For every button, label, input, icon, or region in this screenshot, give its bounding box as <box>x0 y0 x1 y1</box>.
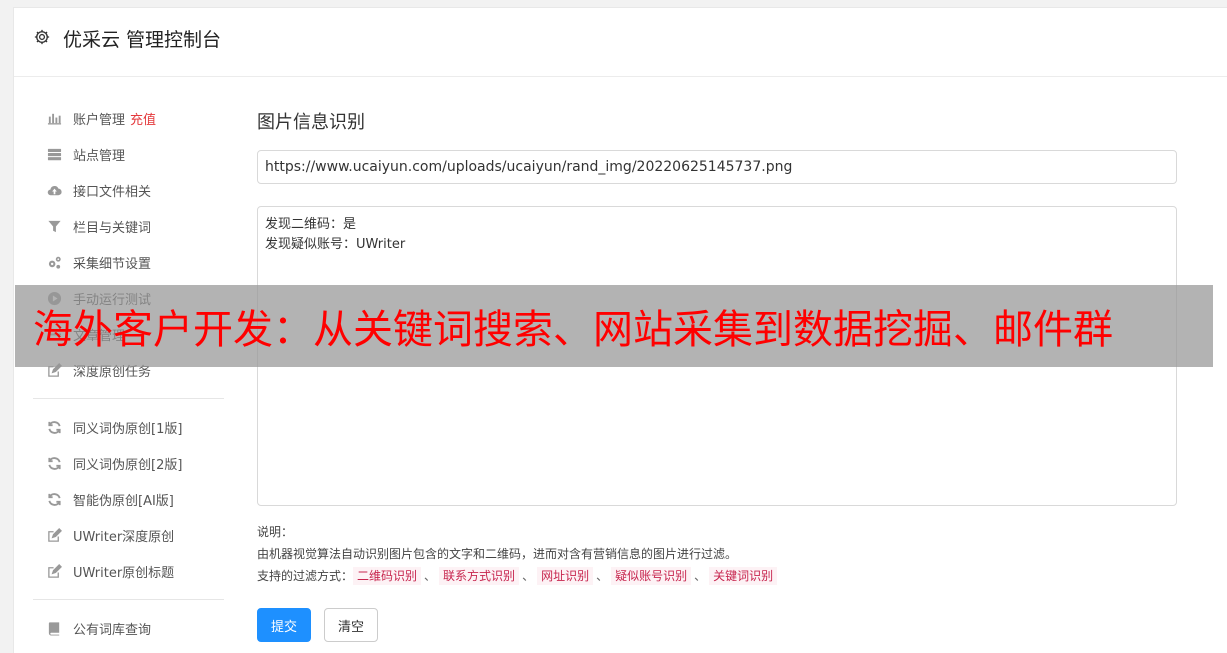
notes-description: 由机器视觉算法自动识别图片包含的文字和二维码，进而对含有营销信息的图片进行过滤。 <box>257 547 738 561</box>
sidebar-item-label: 智能伪原创[AI版] <box>73 493 174 509</box>
recharge-link[interactable]: 充值 <box>130 109 156 128</box>
sidebar-item-label: 同义词伪原创[1版] <box>73 421 183 437</box>
image-url-input[interactable] <box>257 150 1177 184</box>
sidebar-item-label: 同义词伪原创[2版] <box>73 457 183 473</box>
sidebar-item[interactable]: UWriter深度原创 <box>33 517 224 553</box>
refresh-icon <box>45 454 63 472</box>
filter-separator: 、 <box>596 569 609 583</box>
server-icon <box>45 145 63 163</box>
sidebar-item-label: 栏目与关键词 <box>73 220 152 236</box>
filter-method-tag: 关键词识别 <box>709 567 778 585</box>
filter-methods: 支持的过滤方式： 二维码识别、联系方式识别、网址识别、疑似账号识别、关键词识别 <box>257 565 1179 587</box>
app-title: 优采云 管理控制台 <box>63 29 222 51</box>
sidebar-divider <box>33 599 224 600</box>
sidebar-item-label: 公有词库查询 <box>73 622 152 638</box>
banner-text: 海外客户开发：从关键词搜索、网站采集到数据挖掘、邮件群 <box>33 307 1113 353</box>
notes-label: 说明： <box>257 525 294 539</box>
filter-separator: 、 <box>694 569 707 583</box>
clear-button[interactable]: 清空 <box>324 608 379 642</box>
sidebar-item-label: UWriter原创标题 <box>73 565 175 581</box>
sidebar-item-label: UWriter深度原创 <box>73 529 175 545</box>
gear-icon <box>34 29 50 45</box>
sidebar-item-label: 接口文件相关 <box>73 184 152 200</box>
sidebar-item-label: 账户管理 <box>73 112 126 128</box>
sidebar-divider <box>33 398 224 399</box>
action-buttons: 提交 清空 <box>257 608 1179 642</box>
filter-method-tag: 网址识别 <box>537 567 594 585</box>
main-content: 图片信息识别 说明： 由机器视觉算法自动识别图片包含的文字和二维码，进而对含有营… <box>257 108 1179 642</box>
sidebar-item[interactable]: 接口文件相关 <box>33 172 224 208</box>
filter-method-tag: 疑似账号识别 <box>611 567 692 585</box>
submit-button[interactable]: 提交 <box>257 608 312 642</box>
sidebar-item[interactable]: 栏目与关键词 <box>33 208 224 244</box>
cloud-upload-icon <box>45 181 63 199</box>
banner-overlay: 海外客户开发：从关键词搜索、网站采集到数据挖掘、邮件群 <box>15 285 1213 367</box>
sidebar-item[interactable]: 账户管理 充值 <box>33 100 224 136</box>
edit-icon <box>45 526 63 544</box>
filters-label: 支持的过滤方式： <box>257 569 354 583</box>
sidebar-item[interactable]: 采集细节设置 <box>33 244 224 280</box>
bar-chart-icon <box>45 109 63 127</box>
sidebar-item[interactable]: 智能伪原创[AI版] <box>33 481 224 517</box>
filter-method-tag: 二维码识别 <box>353 567 422 585</box>
edit-icon <box>45 562 63 580</box>
book-icon <box>45 619 63 637</box>
sidebar-item-label: 站点管理 <box>73 148 126 164</box>
refresh-icon <box>45 490 63 508</box>
page-title: 图片信息识别 <box>257 112 365 133</box>
filter-method-tag: 联系方式识别 <box>439 567 520 585</box>
filter-separator: 、 <box>522 569 535 583</box>
sidebar: 账户管理充值站点管理接口文件相关栏目与关键词采集细节设置手动运行测试文章管理深度… <box>33 100 224 646</box>
sidebar-item[interactable]: 同义词伪原创[2版] <box>33 445 224 481</box>
sidebar-item[interactable]: UWriter原创标题 <box>33 553 224 589</box>
sidebar-item[interactable]: 公有词库查询 <box>33 610 224 646</box>
page-header: 优采云 管理控制台 <box>14 8 1227 77</box>
filter-icon <box>45 217 63 235</box>
gears-icon <box>45 253 63 271</box>
sidebar-item[interactable]: 站点管理 <box>33 136 224 172</box>
sidebar-item-label: 采集细节设置 <box>73 256 152 272</box>
notes: 说明： 由机器视觉算法自动识别图片包含的文字和二维码，进而对含有营销信息的图片进… <box>257 521 1179 587</box>
sidebar-item[interactable]: 同义词伪原创[1版] <box>33 409 224 445</box>
filter-separator: 、 <box>424 569 437 583</box>
refresh-icon <box>45 418 63 436</box>
